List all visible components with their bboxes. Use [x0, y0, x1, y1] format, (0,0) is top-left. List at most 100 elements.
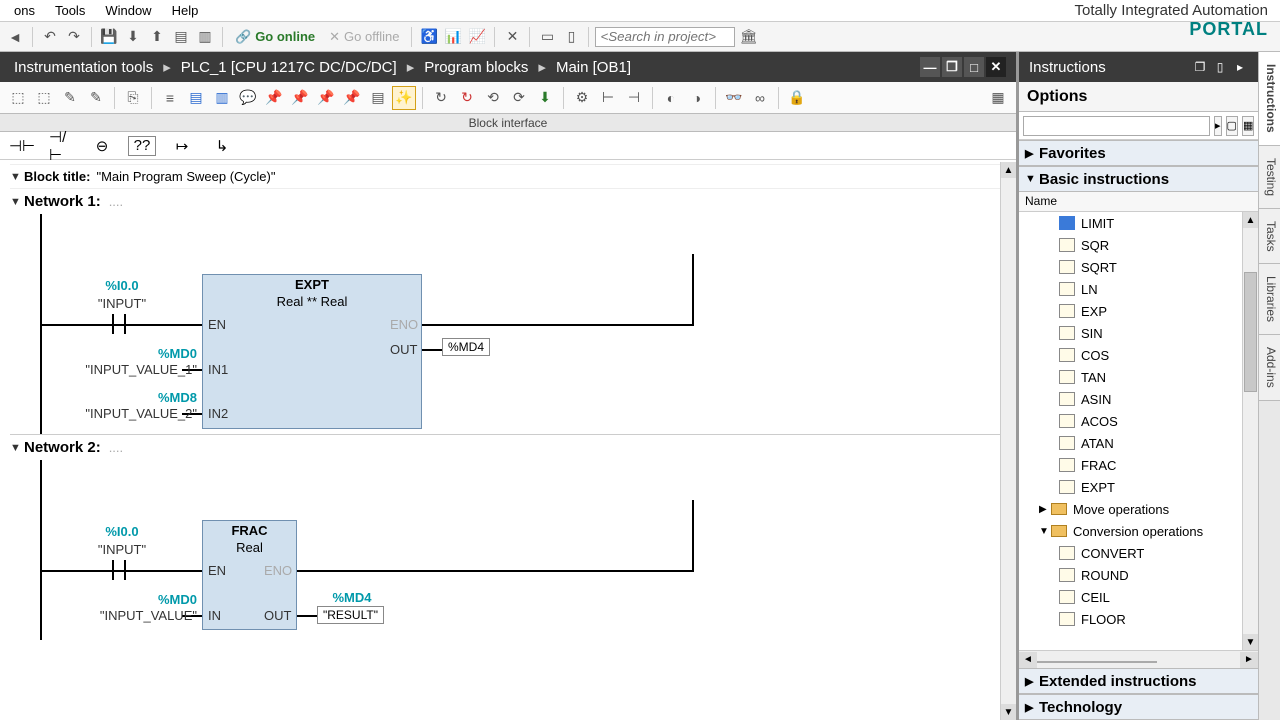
menu-window[interactable]: Window	[95, 1, 161, 20]
instr-acos[interactable]: ACOS	[1019, 410, 1258, 432]
go-online-button[interactable]: 🔗 Go online	[229, 29, 321, 45]
down-icon[interactable]: ⬇	[533, 86, 557, 110]
back-icon[interactable]: ◄	[4, 26, 26, 48]
search-nav-icon[interactable]: 🏛	[737, 26, 759, 48]
instr-exp[interactable]: EXP	[1019, 300, 1258, 322]
step2-icon[interactable]: ↻	[455, 86, 479, 110]
chart-icon[interactable]: 📊	[442, 26, 464, 48]
side-tab-instructions[interactable]: Instructions	[1259, 52, 1280, 146]
lock-icon[interactable]: 🔒	[785, 86, 809, 110]
pin4-icon[interactable]: 📌	[340, 86, 364, 110]
minimize-icon[interactable]: —	[920, 57, 940, 77]
instr-floor[interactable]: FLOOR	[1019, 608, 1258, 630]
highlight-icon[interactable]: ✨	[392, 86, 416, 110]
folder-move-operations[interactable]: ▶Move operations	[1019, 498, 1258, 520]
pin2-icon[interactable]: 📌	[288, 86, 312, 110]
instr-round[interactable]: ROUND	[1019, 564, 1258, 586]
bc-main[interactable]: Main [OB1]	[552, 59, 635, 76]
net2-out-name[interactable]: "RESULT"	[317, 606, 384, 624]
editor-scrollbar[interactable]: ▲ ▼	[1000, 162, 1016, 720]
bc-root[interactable]: Instrumentation tools	[10, 59, 157, 76]
scroll-up-icon[interactable]: ▲	[1243, 212, 1258, 228]
scroll-thumb[interactable]	[1244, 272, 1257, 392]
collapse-block-icon[interactable]: ▼	[10, 171, 24, 183]
network2-body[interactable]: %I0.0 "INPUT" FRAC Real EN IN ENO OUT %M…	[10, 460, 1006, 640]
side-tab-libraries[interactable]: Libraries	[1259, 264, 1280, 335]
collapse-net2-icon[interactable]: ▼	[10, 442, 24, 454]
net1-fb-expt[interactable]: EXPT Real ** Real	[202, 274, 422, 429]
instr-ceil[interactable]: CEIL	[1019, 586, 1258, 608]
split-h-icon[interactable]: ▭	[536, 26, 558, 48]
download-icon[interactable]: ⬇	[122, 26, 144, 48]
opt-view1-icon[interactable]: ▢	[1226, 116, 1238, 136]
side-tab-addins[interactable]: Add-ins	[1259, 335, 1280, 401]
step3-icon[interactable]: ⟲	[481, 86, 505, 110]
scroll-down-icon[interactable]: ▼	[1001, 704, 1016, 720]
net1-contact[interactable]	[112, 314, 126, 334]
box-icon[interactable]: ??	[128, 136, 156, 156]
technology-category[interactable]: ▶ Technology	[1019, 694, 1258, 720]
instr-sin[interactable]: SIN	[1019, 322, 1258, 344]
network1-header[interactable]: Network 1:	[24, 193, 101, 210]
undo-icon[interactable]: ↶	[39, 26, 61, 48]
close-icon[interactable]: ✕	[501, 26, 523, 48]
compile2-icon[interactable]: ▥	[194, 26, 216, 48]
save-icon[interactable]: 💾	[98, 26, 120, 48]
project-search-input[interactable]	[595, 27, 735, 47]
coil-icon[interactable]: ⊖	[88, 136, 116, 156]
net2-contact[interactable]	[112, 560, 126, 580]
name-column-header[interactable]: Name	[1019, 192, 1258, 212]
monitor3-icon[interactable]: ⊣	[622, 86, 646, 110]
instr-expt[interactable]: EXPT	[1019, 476, 1258, 498]
block-interface-bar[interactable]: Block interface	[0, 114, 1016, 132]
network2-header[interactable]: Network 2:	[24, 439, 101, 456]
instr-scrollbar[interactable]: ▲ ▼	[1242, 212, 1258, 650]
hscroll-right-icon[interactable]: ►	[1240, 652, 1258, 668]
instr-frac[interactable]: FRAC	[1019, 454, 1258, 476]
compile-icon[interactable]: ▤	[170, 26, 192, 48]
add-network-icon[interactable]: ⬚	[6, 86, 30, 110]
delete-network-icon[interactable]: ⬚	[32, 86, 56, 110]
instr-sqr[interactable]: SQR	[1019, 234, 1258, 256]
split-v-icon[interactable]: ▯	[560, 26, 582, 48]
scroll-up-icon[interactable]: ▲	[1001, 162, 1016, 178]
branch-close-icon[interactable]: ↳	[208, 136, 236, 156]
list-icon[interactable]: ▤	[366, 86, 390, 110]
hscroll-thumb[interactable]	[1037, 661, 1157, 663]
upload-icon[interactable]: ⬆	[146, 26, 168, 48]
instr-limit[interactable]: LIMIT	[1019, 212, 1258, 234]
view3-icon[interactable]: ▥	[210, 86, 234, 110]
menu-tools[interactable]: Tools	[45, 1, 95, 20]
maximize-icon[interactable]: □	[964, 57, 984, 77]
redo-icon[interactable]: ↷	[63, 26, 85, 48]
bc-plc[interactable]: PLC_1 [CPU 1217C DC/DC/DC]	[177, 59, 401, 76]
step4-icon[interactable]: ⟳	[507, 86, 531, 110]
accessible-icon[interactable]: ♿	[418, 26, 440, 48]
options-header[interactable]: Options	[1019, 82, 1258, 112]
network1-body[interactable]: %I0.0 "INPUT" EXPT Real ** Real EN IN1 I…	[10, 214, 1006, 434]
view1-icon[interactable]: ≡	[158, 86, 182, 110]
pin3-icon[interactable]: 📌	[314, 86, 338, 110]
branch-open-icon[interactable]: ↦	[168, 136, 196, 156]
instr-tan[interactable]: TAN	[1019, 366, 1258, 388]
glasses2-icon[interactable]: ∞	[748, 86, 772, 110]
contact-nc-icon[interactable]: ⊣/⊢	[48, 136, 76, 156]
scroll-down-icon[interactable]: ▼	[1243, 634, 1258, 650]
instr-hscrollbar[interactable]: ◄ ►	[1019, 650, 1258, 668]
nav-left-icon[interactable]: ◐	[659, 86, 683, 110]
hscroll-left-icon[interactable]: ◄	[1019, 652, 1037, 668]
insert-icon[interactable]: ✎	[58, 86, 82, 110]
panel-pop-icon[interactable]: ❐	[1192, 59, 1208, 75]
menu-ons[interactable]: ons	[4, 1, 45, 20]
restore-icon[interactable]: ❐	[942, 57, 962, 77]
monitor2-icon[interactable]: ⊢	[596, 86, 620, 110]
block-title-value[interactable]: "Main Program Sweep (Cycle)"	[96, 169, 275, 184]
nav-right-icon[interactable]: ◑	[685, 86, 709, 110]
panel-icon[interactable]: ▦	[986, 86, 1010, 110]
pin1-icon[interactable]: 📌	[262, 86, 286, 110]
instructions-search-input[interactable]	[1023, 116, 1210, 136]
view2-icon[interactable]: ▤	[184, 86, 208, 110]
side-tab-tasks[interactable]: Tasks	[1259, 209, 1280, 265]
extended-instructions-category[interactable]: ▶ Extended instructions	[1019, 668, 1258, 694]
tool-icon[interactable]: ✎	[84, 86, 108, 110]
